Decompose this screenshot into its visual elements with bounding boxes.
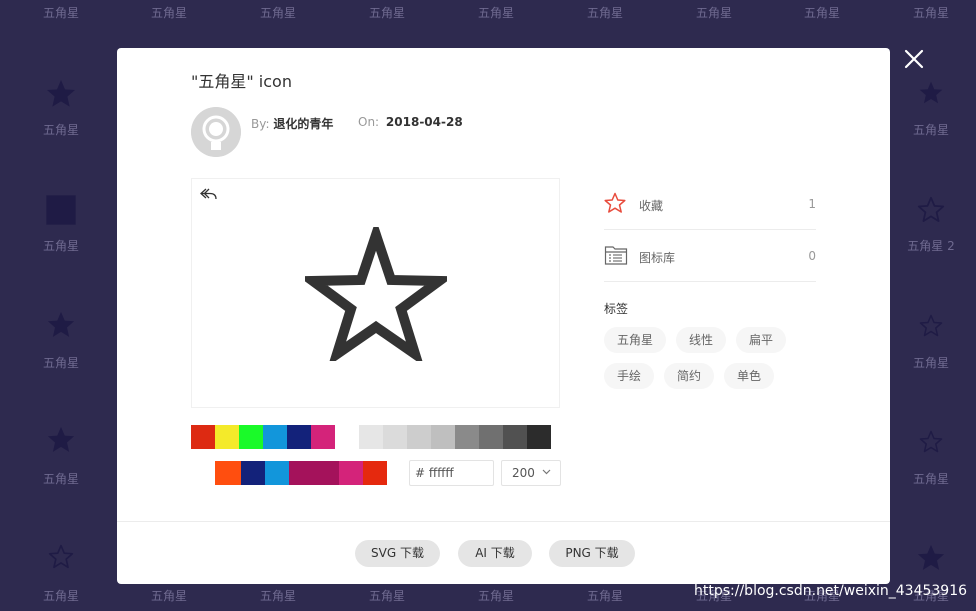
color-swatch[interactable] [241, 461, 265, 485]
color-swatch[interactable] [313, 461, 339, 485]
color-swatch[interactable] [407, 425, 431, 449]
color-swatch[interactable] [311, 425, 335, 449]
tag[interactable]: 五角星 [604, 327, 667, 353]
star-solid-icon[interactable] [918, 80, 944, 106]
star-solid-icon[interactable] [46, 425, 76, 455]
color-swatch[interactable] [339, 461, 363, 485]
page-title: "五角星" icon [191, 72, 292, 91]
bg-icon-label: 五角星 [695, 6, 733, 20]
star-outline-icon[interactable] [917, 196, 945, 224]
bg-icon-label: 五角星 [42, 356, 80, 370]
bg-icon-label: 五角星 [803, 6, 841, 20]
color-swatch[interactable] [191, 425, 215, 449]
bg-icon-label: 五角星 [586, 589, 624, 603]
folder-list-icon [604, 246, 628, 265]
star-outline-icon [305, 227, 447, 361]
tag[interactable]: 简约 [664, 363, 715, 389]
tag-list: 五角星 线性 扁平手绘 简约 单色 [604, 327, 834, 399]
star-outline-icon[interactable] [919, 314, 943, 338]
bg-icon-label: 五角星 [586, 6, 624, 20]
tag[interactable]: 扁平 [736, 327, 787, 353]
tag[interactable]: 线性 [676, 327, 727, 353]
color-swatch[interactable] [215, 461, 241, 485]
color-palette-primary [191, 425, 551, 449]
tags-title: 标签 [604, 302, 629, 316]
close-icon [904, 49, 924, 69]
color-swatch[interactable] [527, 425, 551, 449]
color-swatch[interactable] [503, 425, 527, 449]
color-swatch[interactable] [287, 425, 311, 449]
bg-icon-label: 五角星 [912, 472, 950, 486]
color-swatch[interactable] [479, 425, 503, 449]
author-meta: By: 退化的青年 [251, 117, 334, 131]
color-swatch[interactable] [431, 425, 455, 449]
star-outline-icon[interactable] [48, 544, 74, 570]
upload-date: 2018-04-28 [385, 115, 463, 129]
color-swatch[interactable] [265, 461, 289, 485]
close-button[interactable] [903, 48, 925, 70]
author-row: By: 退化的青年 On: 2018-04-28 [191, 107, 591, 157]
color-palette-secondary [191, 461, 387, 485]
bg-icon-label: 五角星 [912, 123, 950, 137]
color-swatch[interactable] [215, 425, 239, 449]
bg-icon-label: 五角星 [912, 6, 950, 20]
ai-download-button[interactable]: AI 下载 [458, 540, 532, 567]
png-download-button[interactable]: PNG 下载 [549, 540, 635, 567]
date-meta: On: 2018-04-28 [358, 115, 463, 129]
color-swatch[interactable] [359, 425, 383, 449]
library-action[interactable]: 图标库 0 [604, 230, 816, 282]
watermark: https://blog.csdn.net/weixin_43453916 [694, 583, 968, 599]
star-outline-icon [604, 192, 626, 213]
color-swatch[interactable] [263, 425, 287, 449]
color-swatch[interactable] [289, 461, 313, 485]
bg-icon-label: 五角星 [42, 6, 80, 20]
bg-icon-label: 五角星 [477, 589, 515, 603]
bg-icon-label: 五角星 [259, 6, 297, 20]
icon-preview [191, 178, 560, 408]
color-swatch[interactable] [383, 425, 407, 449]
favorite-action[interactable]: 收藏 1 [604, 178, 816, 230]
bg-icon-label: 五角星 2 [907, 239, 955, 253]
star-solid-icon[interactable] [46, 310, 76, 340]
undo-icon[interactable] [200, 187, 218, 201]
tag[interactable]: 手绘 [604, 363, 655, 389]
bg-icon-label: 五角星 [42, 123, 80, 137]
bg-icon-label: 五角星 [368, 6, 406, 20]
tag[interactable]: 单色 [724, 363, 775, 389]
bg-icon-label: 五角星 [150, 6, 188, 20]
avatar-icon [191, 107, 241, 157]
bg-icon-label: 五角星 [42, 239, 80, 253]
bg-icon-label: 五角星 [368, 589, 406, 603]
bg-icon-label: 五角星 [150, 589, 188, 603]
avatar[interactable] [191, 107, 241, 157]
bg-icon-label: 五角星 [259, 589, 297, 603]
color-swatch[interactable] [239, 425, 263, 449]
size-select[interactable]: 200 [501, 460, 561, 486]
bg-icon-label: 五角星 [42, 589, 80, 603]
bg-icon-label: 五角星 [912, 356, 950, 370]
svg-download-button[interactable]: SVG 下载 [355, 540, 440, 567]
color-swatch[interactable] [363, 461, 387, 485]
square-icon[interactable] [45, 194, 77, 226]
icon-detail-modal: "五角星" icon By: 退化的青年 On: 2018-04-28 # ff… [117, 48, 890, 584]
library-count: 0 [808, 249, 816, 263]
author-name[interactable]: 退化的青年 [273, 117, 333, 131]
favorite-count: 1 [808, 197, 816, 211]
hex-color-input[interactable]: # ffffff [409, 460, 494, 486]
star-solid-icon[interactable] [45, 78, 77, 110]
download-footer: SVG 下载 AI 下载 PNG 下载 [117, 521, 890, 584]
star-solid-icon[interactable] [916, 543, 946, 573]
color-swatch[interactable] [191, 461, 215, 485]
color-swatch[interactable] [335, 425, 359, 449]
color-swatch[interactable] [455, 425, 479, 449]
star-outline-icon[interactable] [919, 430, 943, 454]
bg-icon-label: 五角星 [477, 6, 515, 20]
bg-icon-label: 五角星 [42, 472, 80, 486]
chevron-down-icon [542, 469, 551, 475]
icon-actions: 收藏 1 图标库 0 [604, 178, 816, 282]
